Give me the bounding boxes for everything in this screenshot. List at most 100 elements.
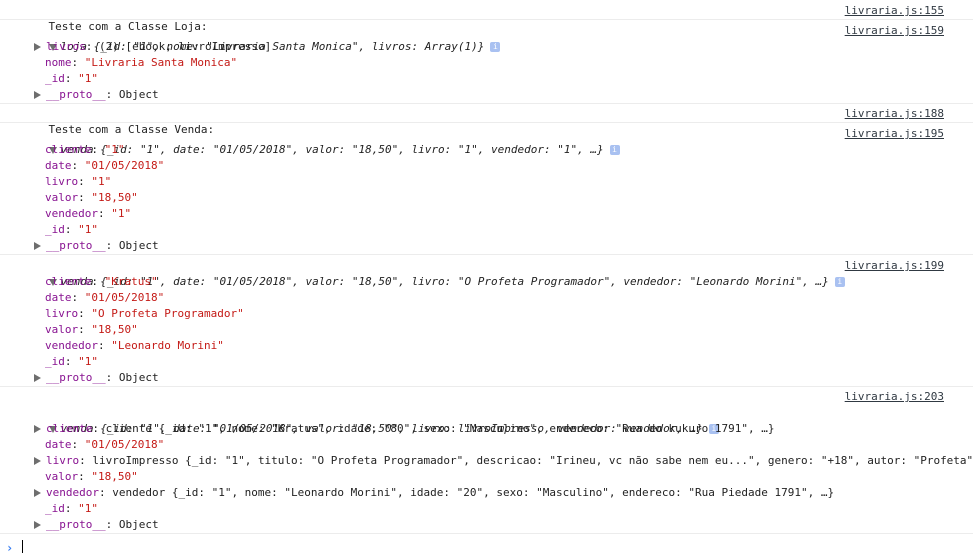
property-key: cliente (45, 143, 92, 156)
console-prompt[interactable]: › (0, 538, 973, 556)
source-link[interactable]: livraria.js:155 (845, 3, 944, 19)
property-value: "Livraria Santa Monica" (84, 56, 238, 69)
text-cursor (22, 540, 23, 553)
property-row[interactable]: __proto__: Object (0, 517, 973, 533)
property-key: valor (45, 191, 79, 204)
collapse-triangle-icon[interactable] (34, 242, 41, 250)
object-summary[interactable]: venda {_id: "1", date: "01/05/2018", val… (0, 258, 973, 288)
console-message: venda {_id: "1", date: "01/05/2018", val… (0, 255, 973, 387)
property-key: valor (45, 323, 79, 336)
property-row[interactable]: livro: livroImpresso {_id: "1", titulo: … (0, 453, 973, 469)
property-key: date (45, 438, 72, 451)
property-value: Object (118, 371, 159, 384)
property-key: _id (45, 223, 65, 236)
property-key: date (45, 291, 72, 304)
collapse-triangle-icon[interactable] (34, 91, 41, 99)
object-summary[interactable]: venda {_id: "1", date: "01/05/2018", val… (0, 405, 973, 435)
property-key: vendedor (45, 339, 98, 352)
source-link[interactable]: livraria.js:188 (845, 106, 944, 122)
collapse-triangle-icon[interactable] (34, 489, 41, 497)
property-row: livro: "1" (45, 175, 112, 188)
property-key: vendedor (45, 207, 98, 220)
property-row: vendedor: "1" (45, 207, 132, 220)
property-row[interactable]: cliente: cliente {_id: "1", nome: "Kratu… (0, 421, 973, 437)
console-message: venda {_id: "1", date: "01/05/2018", val… (0, 123, 973, 255)
property-row: cliente: "Kratus" (45, 275, 158, 288)
source-link[interactable]: livraria.js:199 (845, 258, 944, 274)
collapse-triangle-icon[interactable] (34, 425, 41, 433)
property-row: _id: "1" (45, 223, 98, 236)
property-value: "01/05/2018" (84, 438, 165, 451)
collapse-triangle-icon[interactable] (34, 457, 41, 465)
property-value: "1" (78, 72, 98, 85)
property-row[interactable]: __proto__: Object (0, 238, 973, 254)
property-row[interactable]: livros: (2) [ebook, livroImpresso] (0, 39, 973, 55)
collapse-triangle-icon[interactable] (34, 374, 41, 382)
property-key: date (45, 159, 72, 172)
property-key: valor (45, 470, 79, 483)
property-key: livro (45, 175, 79, 188)
property-row: _id: "1" (45, 72, 98, 85)
property-key: _id (45, 502, 65, 515)
property-key: nome (45, 56, 72, 69)
console-message: livraria.js:203 venda {_id: "1", date: "… (0, 387, 973, 534)
property-value: "01/05/2018" (84, 159, 165, 172)
property-value: "Kratus" (104, 275, 158, 288)
property-row: valor: "18,50" (45, 470, 138, 483)
property-key: cliente (46, 422, 93, 435)
property-value: Object (118, 88, 159, 101)
property-key: __proto__ (46, 239, 106, 252)
collapse-triangle-icon[interactable] (34, 43, 41, 51)
property-value: "18,50" (91, 323, 138, 336)
property-row: date: "01/05/2018" (45, 291, 165, 304)
property-value: "1" (111, 207, 132, 220)
property-row[interactable]: __proto__: Object (0, 87, 973, 103)
property-key: cliente (45, 275, 92, 288)
property-value: cliente {_id: "1", nome: "Kratus", idade… (105, 422, 775, 435)
property-row: livro: "O Profeta Programador" (45, 307, 244, 320)
property-key: __proto__ (46, 88, 106, 101)
property-value: "1" (78, 223, 98, 236)
property-key: vendedor (46, 486, 99, 499)
property-value: "01/05/2018" (84, 291, 165, 304)
property-value: "18,50" (91, 191, 138, 204)
source-link[interactable]: livraria.js:195 (845, 126, 944, 142)
property-key: _id (45, 355, 65, 368)
property-row: cliente: "1" (45, 143, 125, 156)
property-value: vendedor {_id: "1", nome: "Leonardo Mori… (112, 486, 835, 499)
property-value: livroImpresso {_id: "1", titulo: "O Prof… (92, 454, 973, 467)
object-summary[interactable]: venda {_id: "1", date: "01/05/2018", val… (0, 126, 973, 156)
property-row[interactable]: __proto__: Object (0, 370, 973, 386)
property-value: Object (118, 239, 159, 252)
property-key: _id (45, 72, 65, 85)
source-link[interactable]: livraria.js:203 (845, 389, 944, 405)
property-row: _id: "1" (45, 355, 98, 368)
collapse-triangle-icon[interactable] (34, 521, 41, 529)
property-value: "1" (91, 175, 112, 188)
property-value: "O Profeta Programador" (91, 307, 244, 320)
property-value: "1" (104, 143, 125, 156)
console-message: Teste com a Classe Loja: livraria.js:155 (0, 0, 973, 33)
property-key: __proto__ (46, 518, 106, 531)
prompt-chevron-icon: › (6, 541, 14, 555)
property-key: livros (46, 40, 86, 53)
property-row: date: "01/05/2018" (45, 438, 165, 451)
property-value: Object (118, 518, 159, 531)
property-row: valor: "18,50" (45, 323, 138, 336)
console-message: Teste com a Classe Venda: livraria.js:18… (0, 104, 973, 136)
property-value: "Leonardo Morini" (111, 339, 224, 352)
property-key: __proto__ (46, 371, 106, 384)
property-row: _id: "1" (45, 502, 98, 515)
property-row: nome: "Livraria Santa Monica" (45, 56, 238, 69)
source-link[interactable]: livraria.js:159 (845, 23, 944, 39)
property-row[interactable]: vendedor: vendedor {_id: "1", nome: "Leo… (0, 485, 973, 501)
property-row: date: "01/05/2018" (45, 159, 165, 172)
property-value: "1" (78, 502, 98, 515)
property-key: livro (46, 454, 80, 467)
property-row: vendedor: "Leonardo Morini" (45, 339, 224, 352)
console-message: loja {_id: "1", nome: "Livraria Santa Mo… (0, 20, 973, 104)
property-value: "18,50" (91, 470, 138, 483)
object-summary[interactable]: loja {_id: "1", nome: "Livraria Santa Mo… (0, 23, 973, 53)
property-key: livro (45, 307, 79, 320)
property-value: "1" (78, 355, 98, 368)
